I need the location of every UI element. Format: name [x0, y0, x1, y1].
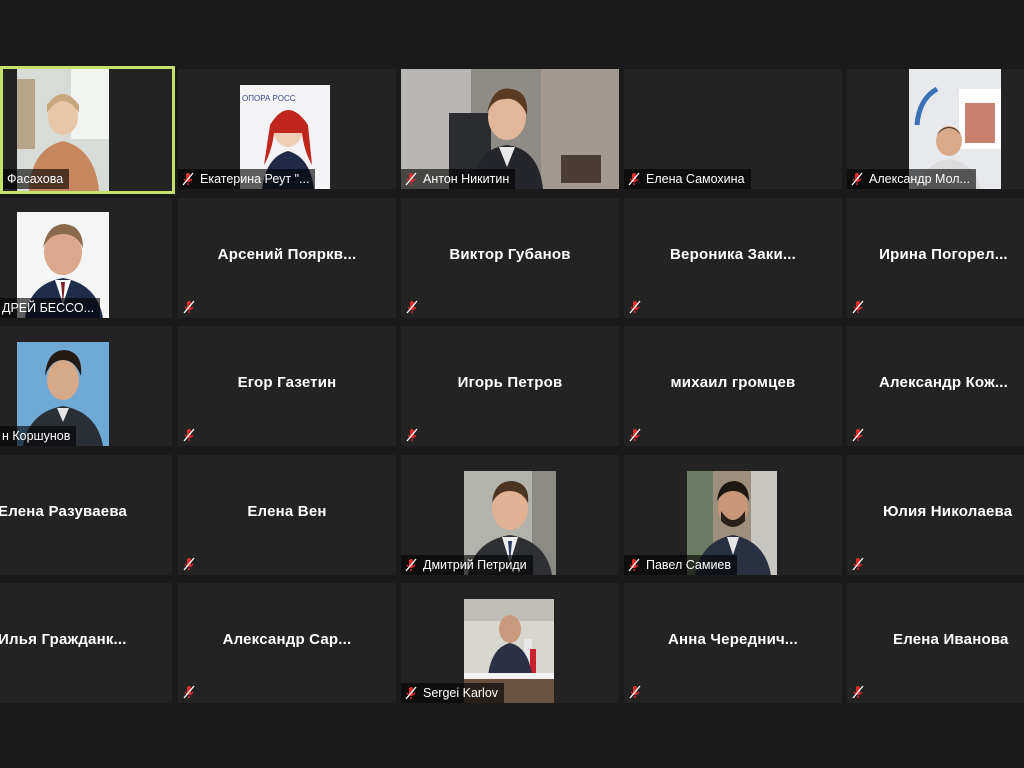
participant-name: михаил громцев	[670, 374, 796, 391]
participant-name: Елена Вен	[247, 503, 327, 520]
video-tile[interactable]: Арсений Пояркв...	[178, 198, 396, 318]
banner-text: ОПОРА РОСС	[242, 94, 296, 103]
video-tile[interactable]: ОПОРА РОСС Екатерина Реут "...	[178, 69, 396, 189]
video-tile[interactable]: Sergei Karlov	[401, 583, 619, 703]
video-tile[interactable]: Павел Самиев	[624, 455, 842, 575]
microphone-muted-icon	[183, 300, 195, 314]
microphone-muted-icon	[628, 172, 640, 186]
participant-name-label: Дмитрий Петриди	[401, 555, 533, 575]
participant-name-label: Александр Мол...	[847, 169, 976, 189]
video-tile[interactable]: Юлия Николаева	[847, 455, 1024, 575]
participant-name: Ирина Погорел...	[879, 246, 1008, 263]
participant-name: Арсений Пояркв...	[217, 246, 357, 263]
participant-name: Александр Кож...	[878, 374, 1009, 391]
participant-name: Игорь Петров	[457, 374, 563, 391]
participant-name-label: Sergei Karlov	[401, 683, 505, 703]
microphone-muted-icon	[405, 172, 417, 186]
video-tile[interactable]: Вероника Заки...	[624, 198, 842, 318]
participant-name: Елена Разуваева	[0, 503, 128, 520]
video-tile[interactable]: Антон Никитин	[401, 69, 619, 189]
microphone-muted-icon	[405, 686, 417, 700]
participant-name: Виктор Губанов	[449, 246, 571, 263]
participant-name: Илья Гражданк...	[0, 631, 127, 648]
video-tile[interactable]: Александр Кож...	[847, 326, 1024, 446]
participant-name: Анна Череднич...	[667, 631, 799, 648]
video-tile[interactable]: Елена Самохина	[624, 69, 842, 189]
participant-name: Егор Газетин	[237, 374, 337, 391]
video-tile[interactable]: Илья Гражданк...	[0, 583, 172, 703]
microphone-muted-icon	[405, 558, 417, 572]
microphone-muted-icon	[182, 172, 194, 186]
video-tile[interactable]: Дмитрий Петриди	[401, 455, 619, 575]
microphone-muted-icon	[852, 685, 864, 699]
video-tile[interactable]: Егор Газетин	[178, 326, 396, 446]
microphone-muted-icon	[183, 685, 195, 699]
participant-name: Александр Сар...	[222, 631, 352, 648]
microphone-muted-icon	[852, 428, 864, 442]
participant-name-label: ДРЕЙ БЕССО...	[0, 298, 101, 318]
video-tile[interactable]: Анна Череднич...	[624, 583, 842, 703]
video-tile[interactable]: Виктор Губанов	[401, 198, 619, 318]
video-tile[interactable]: ДРЕЙ БЕССО...	[0, 198, 172, 318]
microphone-muted-icon	[852, 300, 864, 314]
participant-name-label: н Коршунов	[0, 426, 77, 446]
microphone-muted-icon	[406, 428, 418, 442]
microphone-muted-icon	[183, 428, 195, 442]
video-tile[interactable]: Ирина Погорел...	[847, 198, 1024, 318]
microphone-muted-icon	[183, 557, 195, 571]
video-tile[interactable]: Александр Сар...	[178, 583, 396, 703]
participant-name: Юлия Николаева	[883, 503, 1013, 520]
participant-name: Елена Иванова	[893, 631, 1009, 648]
microphone-muted-icon	[852, 557, 864, 571]
microphone-muted-icon	[629, 300, 641, 314]
participant-name-label: Екатерина Реут "...	[178, 169, 316, 189]
video-tile[interactable]: Елена Разуваева	[0, 455, 172, 575]
participant-name-label: Павел Самиев	[624, 555, 738, 575]
video-tile[interactable]: Фасахова	[0, 66, 175, 194]
participant-name-label: Фасахова	[3, 169, 70, 189]
microphone-muted-icon	[629, 685, 641, 699]
video-tile[interactable]: михаил громцев	[624, 326, 842, 446]
video-tile[interactable]: Игорь Петров	[401, 326, 619, 446]
microphone-muted-icon	[628, 558, 640, 572]
microphone-muted-icon	[851, 172, 863, 186]
video-tile[interactable]: н Коршунов	[0, 326, 172, 446]
microphone-muted-icon	[406, 300, 418, 314]
participant-name-label: Антон Никитин	[401, 169, 516, 189]
video-tile[interactable]: Елена Вен	[178, 455, 396, 575]
video-tile[interactable]: Елена Иванова	[847, 583, 1024, 703]
microphone-muted-icon	[629, 428, 641, 442]
video-tile[interactable]: Александр Мол...	[847, 69, 1024, 189]
participant-name: Вероника Заки...	[670, 246, 796, 263]
participant-name-label: Елена Самохина	[624, 169, 751, 189]
